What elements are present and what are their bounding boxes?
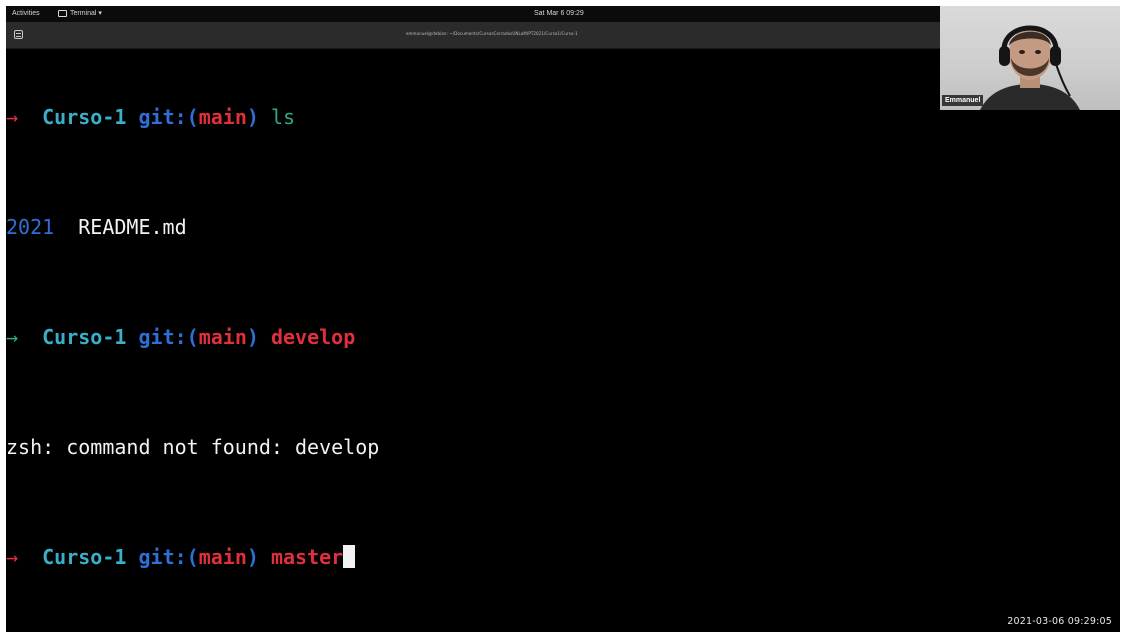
- prompt-git-close: ): [246, 325, 259, 349]
- prompt-arrow-icon: →: [6, 545, 19, 569]
- ls-entry-folder: 2021: [6, 215, 55, 239]
- prompt-directory: Curso-1: [42, 105, 127, 129]
- new-tab-icon[interactable]: [14, 30, 23, 39]
- recording-timestamp: 2021-03-06 09:29:05: [1007, 616, 1112, 627]
- terminal-app-icon: [58, 9, 67, 17]
- app-menu[interactable]: Terminal ▾: [58, 9, 102, 17]
- screen-recording: Activities Terminal ▾ Sat Mar 6 09:29 em…: [6, 6, 1120, 632]
- prompt-git-close: ): [246, 545, 259, 569]
- prompt-line: → Curso-1 git:(main) ls: [6, 104, 940, 132]
- output-line: zsh: command not found: develop: [6, 434, 940, 462]
- system-clock[interactable]: Sat Mar 6 09:29: [534, 10, 584, 17]
- prompt-line-current[interactable]: → Curso-1 git:(main) master: [6, 544, 940, 572]
- webcam-overlay: Emmanuel: [940, 6, 1120, 110]
- prompt-directory: Curso-1: [42, 545, 127, 569]
- prompt-branch: main: [198, 545, 247, 569]
- prompt-branch: main: [198, 325, 247, 349]
- command-input[interactable]: master: [271, 545, 343, 569]
- error-message: zsh: command not found: develop: [6, 435, 380, 459]
- webcam-name-label: Emmanuel: [942, 95, 984, 106]
- prompt-git-open: git:(: [138, 105, 199, 129]
- terminal-window-title: emmanuel@debian: ~/Documents/CursosCerra…: [406, 31, 578, 36]
- prompt-git-open: git:(: [138, 545, 199, 569]
- app-menu-label: Terminal ▾: [70, 10, 102, 17]
- activities-button[interactable]: Activities: [12, 10, 40, 17]
- prompt-line: → Curso-1 git:(main) develop: [6, 324, 940, 352]
- prompt-git-close: ): [246, 105, 259, 129]
- text-cursor: [343, 545, 356, 568]
- prompt-arrow-icon: →: [6, 105, 19, 129]
- prompt-branch: main: [198, 105, 247, 129]
- prompt-git-open: git:(: [138, 325, 199, 349]
- prompt-directory: Curso-1: [42, 325, 127, 349]
- gnome-top-bar: Activities Terminal ▾ Sat Mar 6 09:29: [6, 6, 940, 22]
- prompt-command: develop: [270, 325, 356, 349]
- terminal-titlebar: emmanuel@debian: ~/Documents/CursosCerra…: [6, 22, 940, 49]
- prompt-command: ls: [270, 105, 296, 129]
- terminal-output[interactable]: → Curso-1 git:(main) ls 2021 README.md →…: [6, 49, 940, 627]
- ls-entry-file: README.md: [78, 215, 187, 239]
- prompt-arrow-icon: →: [6, 325, 19, 349]
- output-line: 2021 README.md: [6, 214, 940, 242]
